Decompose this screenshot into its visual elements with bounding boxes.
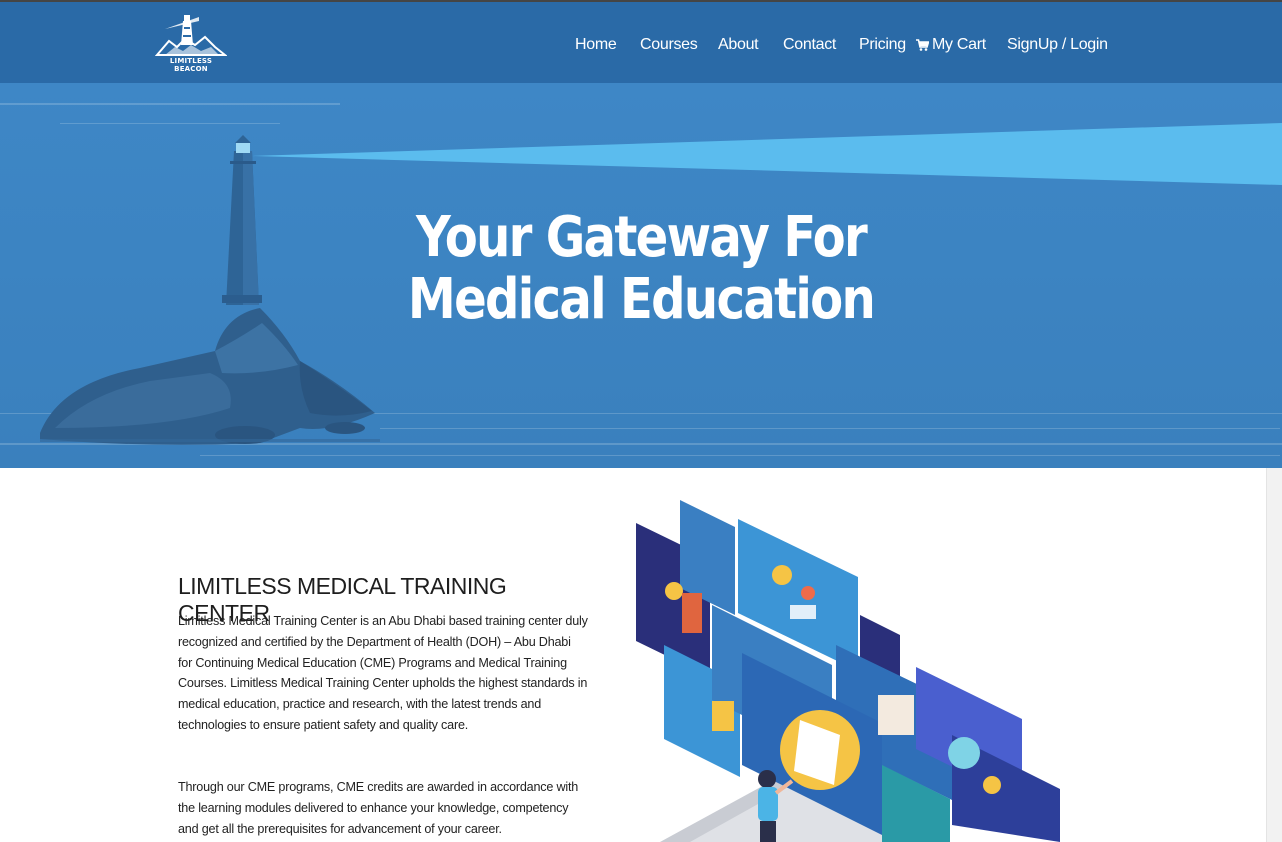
nav-courses-link[interactable]: Courses xyxy=(640,36,698,54)
hero-banner: Your Gateway For Medical Education xyxy=(0,83,1282,468)
brand-logo[interactable]: LIMITLESS BEACON xyxy=(154,11,228,73)
elearning-cards-illustration xyxy=(636,500,1060,842)
nav-pricing-link[interactable]: Pricing xyxy=(859,36,906,54)
nav-cart-label: My Cart xyxy=(932,36,986,53)
intro-paragraph: Limitless Medical Training Center is an … xyxy=(178,614,588,732)
cart-icon xyxy=(916,39,929,51)
logo-text: LIMITLESS BEACON xyxy=(169,57,213,73)
nav-signup-login-link[interactable]: SignUp / Login xyxy=(1007,36,1108,54)
nav-about-link[interactable]: About xyxy=(718,36,759,54)
nav-contact-link[interactable]: Contact xyxy=(783,36,836,54)
elearning-illustration xyxy=(620,495,1070,842)
nav-cart-link[interactable]: My Cart xyxy=(916,36,986,54)
page-scrollbar[interactable] xyxy=(1266,468,1282,842)
top-navigation-bar: LIMITLESS BEACON Home Courses About Cont… xyxy=(0,0,1282,83)
hero-title: Your Gateway For Medical Education xyxy=(383,207,899,331)
hero-title-line-2: Medical Education xyxy=(407,267,876,332)
cme-paragraph: Through our CME programs, CME credits ar… xyxy=(178,780,579,836)
hero-title-line-1: Your Gateway For xyxy=(416,205,868,270)
nav-home-link[interactable]: Home xyxy=(575,36,617,54)
lighthouse-logo-icon xyxy=(154,15,228,56)
